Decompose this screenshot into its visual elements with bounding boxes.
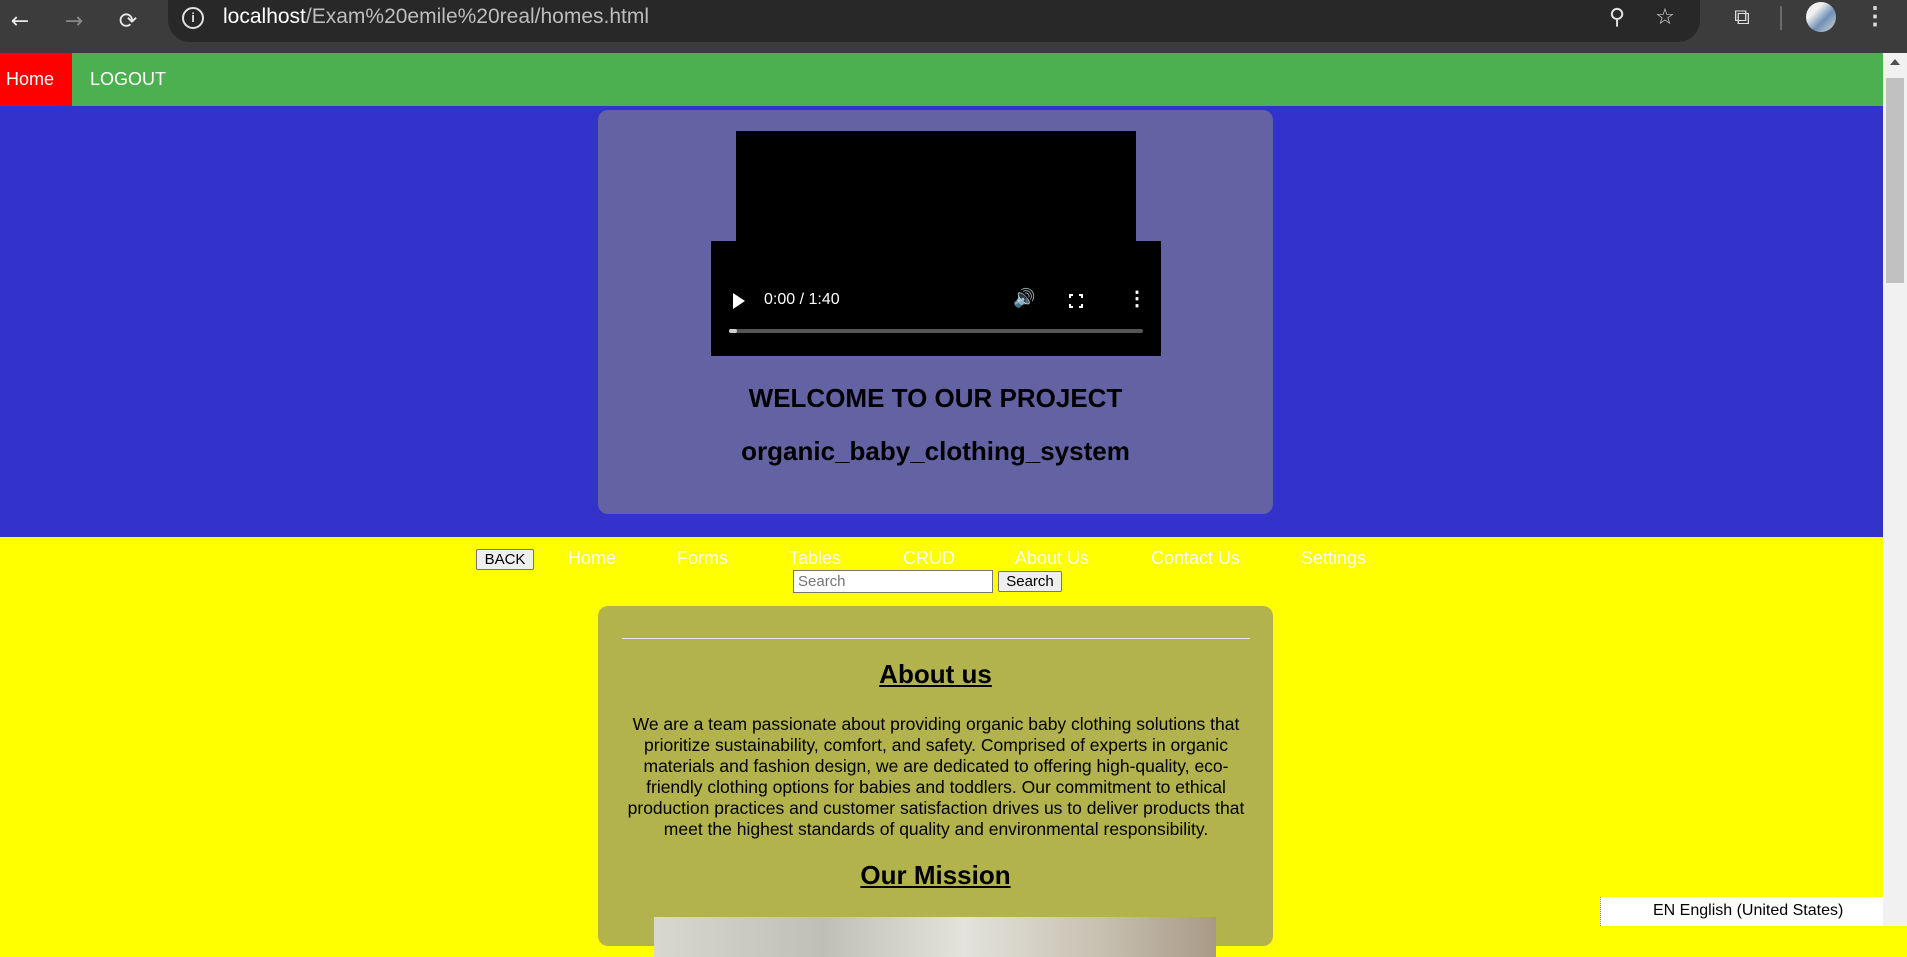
video-progress-fill bbox=[729, 329, 738, 333]
top-navbar: Home LOGOUT bbox=[0, 53, 1883, 106]
subnav-link-forms[interactable]: Forms bbox=[677, 548, 728, 569]
subnav-link-home[interactable]: Home bbox=[568, 548, 616, 569]
volume-icon[interactable]: 🔊 bbox=[1013, 288, 1035, 309]
video-more-icon[interactable]: ⋮ bbox=[1127, 286, 1147, 311]
language-bar[interactable]: EN English (United States) bbox=[1600, 897, 1883, 926]
reload-icon[interactable]: ⟳ bbox=[114, 8, 142, 36]
project-name: organic_baby_clothing_system bbox=[741, 436, 1130, 466]
extensions-icon[interactable]: ⧉ bbox=[1728, 4, 1756, 32]
site-info-icon[interactable]: i bbox=[182, 7, 204, 29]
zoom-icon[interactable]: ⚲ bbox=[1603, 4, 1631, 32]
back-button[interactable]: BACK bbox=[476, 549, 534, 570]
browser-menu-icon[interactable]: ⋮ bbox=[1862, 2, 1888, 32]
subnav-link-contact[interactable]: Contact Us bbox=[1151, 548, 1240, 569]
profile-avatar[interactable] bbox=[1806, 2, 1836, 32]
toolbar-divider bbox=[1780, 6, 1782, 30]
url-host: localhost bbox=[223, 5, 306, 28]
play-icon[interactable] bbox=[733, 293, 745, 309]
mission-image bbox=[654, 917, 1216, 957]
address-bar[interactable]: i localhost/Exam%20emile%20real/homes.ht… bbox=[168, 0, 1700, 42]
page-title: WELCOME TO OUR PROJECT bbox=[748, 383, 1123, 413]
video-progress-bar[interactable] bbox=[729, 329, 1143, 333]
about-text: We are a team passionate about providing… bbox=[627, 714, 1245, 839]
video-letterbox-left bbox=[711, 131, 736, 241]
nav-logout-link[interactable]: LOGOUT bbox=[84, 53, 183, 106]
url-text[interactable]: localhost/Exam%20emile%20real/homes.html bbox=[223, 5, 649, 29]
video-time: 0:00 / 1:40 bbox=[764, 291, 840, 308]
scroll-up-icon[interactable] bbox=[1890, 59, 1900, 65]
divider bbox=[622, 638, 1250, 639]
search-input[interactable] bbox=[793, 570, 993, 593]
forward-arrow-icon[interactable]: → bbox=[60, 8, 88, 36]
bookmark-star-icon[interactable]: ☆ bbox=[1651, 4, 1679, 32]
url-path: /Exam%20emile%20real/homes.html bbox=[305, 5, 650, 28]
hero-section: 0:00 / 1:40 🔊 ⋮ WELCOME TO OUR PROJECT o… bbox=[0, 106, 1883, 537]
subnav-link-settings[interactable]: Settings bbox=[1301, 548, 1366, 569]
mission-heading: Our Mission bbox=[860, 860, 1011, 890]
video-player[interactable]: 0:00 / 1:40 🔊 ⋮ bbox=[711, 131, 1161, 356]
subnav-link-crud[interactable]: CRUD bbox=[903, 548, 955, 569]
subnav-link-about[interactable]: About Us bbox=[1015, 548, 1089, 569]
search-button[interactable]: Search bbox=[998, 571, 1062, 592]
back-arrow-icon[interactable]: ← bbox=[6, 8, 34, 36]
fullscreen-icon[interactable] bbox=[1068, 293, 1084, 309]
about-heading: About us bbox=[879, 659, 992, 689]
language-label: EN English (United States) bbox=[1653, 902, 1844, 919]
about-card: About us We are a team passionate about … bbox=[598, 606, 1273, 957]
browser-toolbar: ← → ⟳ i localhost/Exam%20emile%20real/ho… bbox=[0, 0, 1907, 53]
video-letterbox-right bbox=[1136, 131, 1161, 241]
scrollbar-thumb[interactable] bbox=[1886, 78, 1904, 283]
nav-home-link[interactable]: Home bbox=[0, 53, 72, 106]
search-bar: Search bbox=[0, 569, 1883, 595]
hero-card: 0:00 / 1:40 🔊 ⋮ WELCOME TO OUR PROJECT o… bbox=[598, 110, 1273, 514]
subnav-link-tables[interactable]: Tables bbox=[789, 548, 841, 569]
page-scrollbar[interactable] bbox=[1883, 53, 1907, 926]
